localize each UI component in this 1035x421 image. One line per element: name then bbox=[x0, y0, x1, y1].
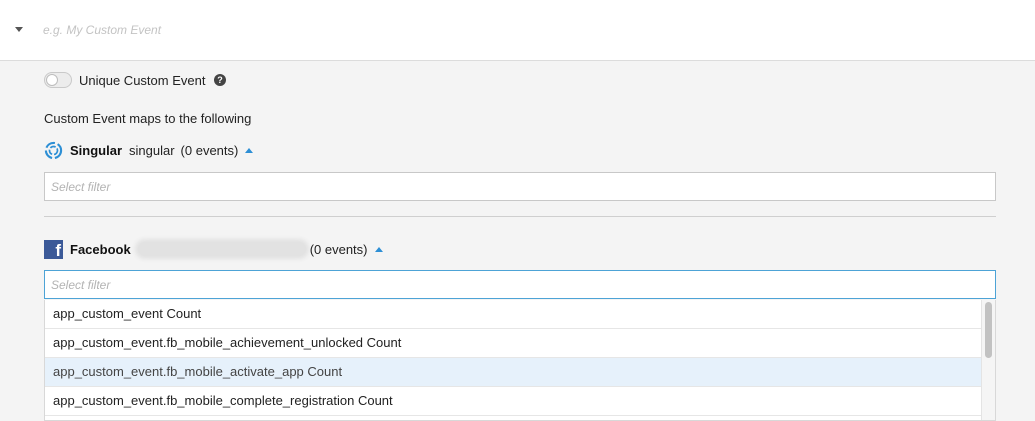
source-header-singular[interactable]: Singular singular (0 events) bbox=[44, 140, 254, 160]
unique-custom-event-label: Unique Custom Event bbox=[79, 73, 206, 88]
expand-caret-icon[interactable] bbox=[374, 246, 383, 252]
redacted-account bbox=[137, 242, 306, 256]
dropdown-option[interactable]: app_custom_event.fb_mobile_complete_regi… bbox=[45, 387, 981, 416]
maps-to-label: Custom Event maps to the following bbox=[44, 111, 252, 126]
source-account: singular bbox=[129, 142, 175, 158]
section-divider bbox=[44, 216, 996, 217]
filter-dropdown: app_custom_event Count app_custom_event.… bbox=[44, 300, 996, 421]
dropdown-scrollbar[interactable] bbox=[981, 300, 995, 420]
scrollbar-thumb[interactable] bbox=[985, 302, 992, 358]
collapse-caret-icon[interactable] bbox=[15, 27, 23, 32]
event-name-input[interactable] bbox=[38, 18, 648, 42]
source-name: Facebook bbox=[70, 241, 131, 257]
unique-custom-event-toggle[interactable] bbox=[44, 72, 72, 88]
dropdown-option[interactable]: app_custom_event Count bbox=[45, 300, 981, 329]
toggle-knob bbox=[46, 74, 58, 86]
expand-caret-icon[interactable] bbox=[245, 147, 254, 153]
dropdown-option-highlighted[interactable]: app_custom_event.fb_mobile_activate_app … bbox=[45, 358, 981, 387]
facebook-filter-input[interactable] bbox=[44, 270, 996, 299]
source-header-facebook[interactable]: f Facebook (0 events) bbox=[44, 239, 383, 259]
source-event-count: (0 events) bbox=[180, 142, 239, 158]
help-icon[interactable]: ? bbox=[214, 74, 226, 86]
source-name: Singular bbox=[70, 142, 123, 158]
source-event-count: (0 events) bbox=[309, 241, 368, 257]
singular-filter-input[interactable] bbox=[44, 172, 996, 201]
event-name-bar bbox=[0, 0, 1035, 61]
facebook-logo-icon: f bbox=[44, 239, 63, 259]
dropdown-option[interactable]: app_custom_event.fb_mobile_achievement_u… bbox=[45, 329, 981, 358]
singular-logo-icon bbox=[44, 141, 63, 159]
